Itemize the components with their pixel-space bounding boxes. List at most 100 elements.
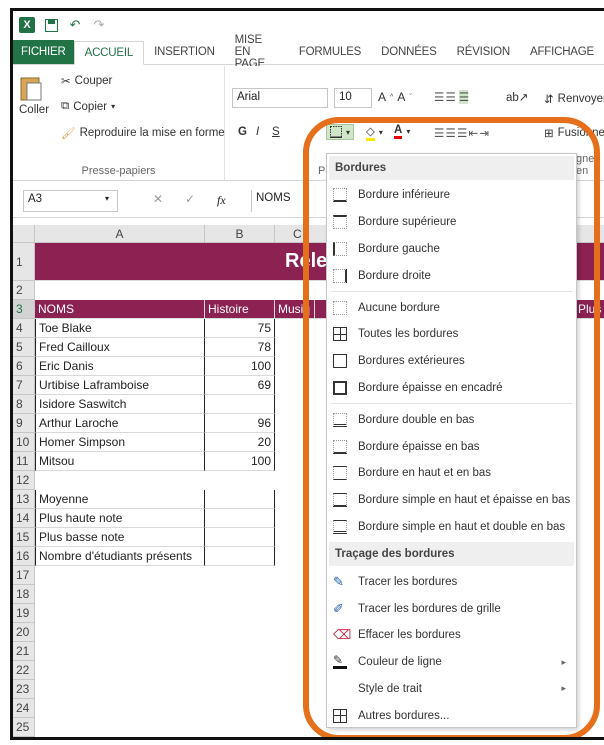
merge-button[interactable]: ⊞ Fusionner bbox=[544, 126, 604, 140]
stat-label-cell[interactable]: Moyenne bbox=[35, 490, 205, 509]
student-name-cell[interactable]: Eric Danis bbox=[35, 357, 205, 376]
history-grade-cell[interactable]: 20 bbox=[205, 433, 275, 452]
copy-button[interactable]: ⧉ Copier ▾ bbox=[61, 100, 115, 113]
header-right-cell[interactable]: Plus h bbox=[575, 300, 604, 319]
row-header[interactable]: 4 bbox=[13, 319, 35, 338]
menu-item-bordure-gauche[interactable]: Bordure gauche bbox=[327, 236, 576, 263]
menu-item-tracer-les-bordures[interactable]: ✎ Tracer les bordures bbox=[327, 568, 576, 595]
menu-item-autres-bordures[interactable]: Autres bordures... bbox=[327, 702, 576, 729]
tab-formulas[interactable]: FORMULES bbox=[289, 40, 371, 64]
stat-value-cell[interactable] bbox=[205, 547, 275, 566]
row-header[interactable]: 3 bbox=[13, 300, 35, 319]
student-name-cell[interactable]: Toe Blake bbox=[35, 319, 205, 338]
stat-label-cell[interactable]: Nombre d'étudiants présents bbox=[35, 547, 205, 566]
row-header[interactable]: 6 bbox=[13, 357, 35, 376]
row-header[interactable]: 9 bbox=[13, 414, 35, 433]
history-grade-cell[interactable]: 69 bbox=[205, 376, 275, 395]
grow-font-button[interactable]: A ^ Aˇ bbox=[378, 90, 412, 104]
row-header[interactable]: 5 bbox=[13, 338, 35, 357]
menu-item-bordure-epaisse-en-bas[interactable]: Bordure épaisse en bas bbox=[327, 433, 576, 460]
redo-icon[interactable]: ↷ bbox=[91, 17, 107, 33]
history-grade-cell[interactable]: 100 bbox=[205, 452, 275, 471]
history-grade-cell[interactable] bbox=[205, 395, 275, 414]
student-name-cell[interactable]: Mitsou bbox=[35, 452, 205, 471]
horizontal-align-buttons[interactable]: ☰ ☰ ☰ ⇤ ⇥ bbox=[434, 126, 489, 140]
font-size-select[interactable]: 10 bbox=[334, 88, 372, 108]
undo-icon[interactable]: ↶ bbox=[67, 17, 83, 33]
student-name-cell[interactable]: Urtibise Laframboise bbox=[35, 376, 205, 395]
header-music-cell[interactable]: Musiq bbox=[275, 300, 315, 319]
row-header[interactable]: 21 bbox=[13, 642, 35, 661]
stat-value-cell[interactable] bbox=[205, 509, 275, 528]
menu-item-bordure-simple-en-haut-et-epaisse-en-bas[interactable]: Bordure simple en haut et épaisse en bas bbox=[327, 487, 576, 514]
row-header[interactable]: 15 bbox=[13, 528, 35, 547]
row-header[interactable]: 14 bbox=[13, 509, 35, 528]
name-box[interactable]: A3 bbox=[23, 190, 118, 212]
cancel-icon[interactable]: ✕ bbox=[153, 192, 163, 206]
menu-item-bordure-droite[interactable]: Bordure droite bbox=[327, 262, 576, 289]
menu-item-effacer-les-bordures[interactable]: ⌫ Effacer les bordures bbox=[327, 622, 576, 649]
menu-item-bordure-superieure[interactable]: Bordure supérieure bbox=[327, 209, 576, 236]
save-icon[interactable] bbox=[43, 17, 59, 33]
format-painter-button[interactable]: 🖌 Reproduire la mise en forme bbox=[61, 126, 225, 140]
student-name-cell[interactable]: Homer Simpson bbox=[35, 433, 205, 452]
header-history-cell[interactable]: Histoire bbox=[205, 300, 275, 319]
header-names-cell[interactable]: NOMS bbox=[35, 300, 205, 319]
tab-insert[interactable]: INSERTION bbox=[144, 40, 225, 64]
row-header[interactable]: 11 bbox=[13, 452, 35, 471]
menu-item-bordure-epaisse-en-encadre[interactable]: Bordure épaisse en encadré bbox=[327, 375, 576, 402]
history-grade-cell[interactable]: 78 bbox=[205, 338, 275, 357]
italic-button[interactable]: I bbox=[256, 126, 259, 138]
tab-view[interactable]: AFFICHAGE bbox=[520, 40, 604, 64]
tab-data[interactable]: DONNÉES bbox=[371, 40, 446, 64]
menu-item-bordure-en-haut-et-en-bas[interactable]: Bordure en haut et en bas bbox=[327, 460, 576, 487]
stat-label-cell[interactable]: Plus basse note bbox=[35, 528, 205, 547]
row-header[interactable]: 18 bbox=[13, 585, 35, 604]
row-header[interactable]: 17 bbox=[13, 566, 35, 585]
row-header[interactable]: 12 bbox=[13, 471, 35, 490]
row-header[interactable]: 13 bbox=[13, 490, 35, 509]
menu-item-aucune-bordure[interactable]: Aucune bordure bbox=[327, 294, 576, 321]
row-header[interactable]: 1 bbox=[13, 243, 35, 281]
borders-button[interactable]: ▾ bbox=[326, 124, 355, 140]
font-color-button[interactable]: A ▾ bbox=[394, 124, 410, 139]
column-header-b[interactable]: B bbox=[205, 225, 275, 243]
paste-button[interactable]: Coller bbox=[19, 74, 49, 116]
row-header[interactable]: 23 bbox=[13, 680, 35, 699]
fill-color-button[interactable]: ◇ ▾ bbox=[366, 124, 383, 141]
tab-home[interactable]: ACCUEIL bbox=[73, 41, 145, 65]
underline-button[interactable]: S bbox=[272, 126, 280, 138]
menu-item-toutes-les-bordures[interactable]: Toutes les bordures bbox=[327, 321, 576, 348]
student-name-cell[interactable]: Fred Cailloux bbox=[35, 338, 205, 357]
menu-item-bordure-simple-en-haut-et-double-en-bas[interactable]: Bordure simple en haut et double en bas bbox=[327, 514, 576, 541]
tab-review[interactable]: RÉVISION bbox=[447, 40, 520, 64]
row-header[interactable]: 16 bbox=[13, 547, 35, 566]
wrap-text-button[interactable]: ⇵ Renvoyer bbox=[544, 92, 604, 106]
row-header[interactable]: 10 bbox=[13, 433, 35, 452]
row-header[interactable]: 24 bbox=[13, 699, 35, 718]
menu-item-style-de-trait[interactable]: Style de trait ▸ bbox=[327, 676, 576, 703]
row-header[interactable]: 8 bbox=[13, 395, 35, 414]
font-name-select[interactable]: Arial bbox=[232, 88, 328, 108]
menu-item-bordures-exterieures[interactable]: Bordures extérieures bbox=[327, 348, 576, 375]
stat-value-cell[interactable] bbox=[205, 528, 275, 547]
row-header[interactable]: 2 bbox=[13, 281, 35, 300]
orientation-button[interactable]: ab↗ bbox=[506, 90, 528, 104]
history-grade-cell[interactable]: 100 bbox=[205, 357, 275, 376]
row-header[interactable]: 20 bbox=[13, 623, 35, 642]
row-header[interactable]: 19 bbox=[13, 604, 35, 623]
row-header[interactable]: 22 bbox=[13, 661, 35, 680]
stat-value-cell[interactable] bbox=[205, 490, 275, 509]
enter-icon[interactable]: ✓ bbox=[185, 192, 195, 206]
row-header[interactable]: 7 bbox=[13, 376, 35, 395]
vertical-align-buttons[interactable]: ☰ ☰ ☰ bbox=[434, 90, 469, 104]
student-name-cell[interactable]: Arthur Laroche bbox=[35, 414, 205, 433]
function-icon[interactable]: fx bbox=[217, 193, 226, 208]
column-header-a[interactable]: A bbox=[35, 225, 205, 243]
select-all-corner[interactable] bbox=[13, 225, 35, 243]
tab-file[interactable]: FICHIER bbox=[13, 40, 74, 64]
menu-item-tracer-les-bordures-de-grille[interactable]: ✐ Tracer les bordures de grille bbox=[327, 595, 576, 622]
menu-item-couleur-de-ligne[interactable]: ✎ Couleur de ligne ▸ bbox=[327, 649, 576, 676]
row-header[interactable]: 26 bbox=[13, 737, 35, 740]
menu-item-bordure-inferieure[interactable]: Bordure inférieure bbox=[327, 182, 576, 209]
